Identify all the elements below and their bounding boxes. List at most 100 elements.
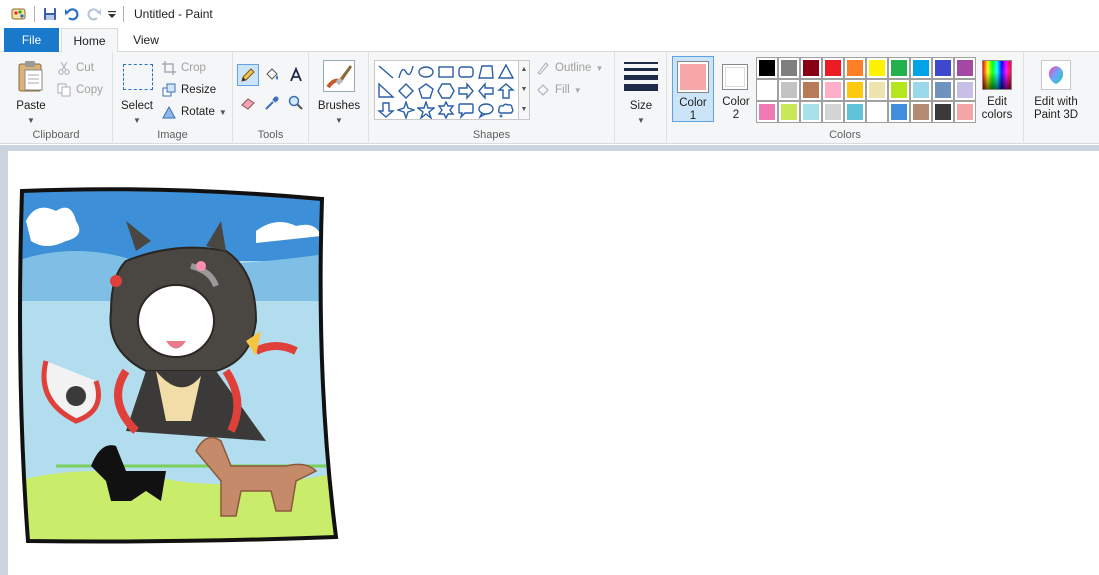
brushes-dropdown-icon[interactable]: ▼ bbox=[315, 114, 363, 127]
outline-dropdown-icon[interactable]: ▼ bbox=[595, 64, 603, 73]
palette-swatch[interactable] bbox=[954, 101, 976, 123]
eraser-tool[interactable] bbox=[237, 92, 259, 114]
edit-with-paint3d-button[interactable]: Edit with Paint 3D bbox=[1028, 56, 1084, 122]
paint3d-label-1: Edit with bbox=[1034, 96, 1078, 108]
tab-home[interactable]: Home bbox=[61, 28, 118, 53]
color1-button[interactable]: Color 1 bbox=[672, 56, 714, 122]
pentagon-shape-icon[interactable] bbox=[417, 82, 435, 100]
size-dropdown-icon[interactable]: ▼ bbox=[619, 114, 663, 127]
palette-swatch[interactable] bbox=[932, 101, 954, 123]
palette-swatch[interactable] bbox=[910, 79, 932, 101]
shapes-expand-icon[interactable]: ▼ bbox=[520, 101, 528, 119]
palette-swatch[interactable] bbox=[756, 79, 778, 101]
outline-button[interactable]: Outline ▼ bbox=[535, 58, 603, 78]
brushes-button[interactable]: Brushes ▼ bbox=[315, 58, 363, 125]
canvas-workspace[interactable] bbox=[0, 145, 1099, 575]
edit-colors-button[interactable]: Edit colors bbox=[977, 56, 1019, 122]
rotate-button[interactable]: Rotate ▼ bbox=[161, 102, 227, 122]
rectangle-shape-icon[interactable] bbox=[437, 63, 455, 81]
oval-callout-shape-icon[interactable] bbox=[477, 101, 495, 119]
shapes-scroll-down-icon[interactable]: ▼ bbox=[520, 81, 528, 99]
palette-swatch[interactable] bbox=[756, 57, 778, 79]
paste-dropdown-icon[interactable]: ▼ bbox=[12, 114, 50, 127]
triangle-shape-icon[interactable] bbox=[497, 63, 515, 81]
tab-view[interactable]: View bbox=[120, 28, 172, 52]
tab-file[interactable]: File bbox=[4, 28, 59, 52]
rotate-icon bbox=[161, 104, 177, 120]
paste-button[interactable]: Paste ▼ bbox=[12, 58, 50, 125]
rotate-dropdown-icon[interactable]: ▼ bbox=[219, 108, 227, 117]
resize-button[interactable]: Resize bbox=[161, 80, 216, 100]
palette-swatch[interactable] bbox=[822, 57, 844, 79]
palette-swatch[interactable] bbox=[866, 57, 888, 79]
palette-swatch[interactable] bbox=[844, 101, 866, 123]
four-point-star-shape-icon[interactable] bbox=[397, 101, 415, 119]
line-shape-icon[interactable] bbox=[377, 63, 395, 81]
palette-swatch[interactable] bbox=[800, 79, 822, 101]
scissors-icon bbox=[56, 60, 72, 76]
crop-button[interactable]: Crop bbox=[161, 58, 206, 78]
oval-shape-icon[interactable] bbox=[417, 63, 435, 81]
palette-swatch[interactable] bbox=[822, 101, 844, 123]
fill-tool[interactable] bbox=[261, 64, 283, 86]
palette-swatch[interactable] bbox=[910, 101, 932, 123]
shapes-group: ▲ ▼ ▼ Outline ▼ Fill ▼ Shapes bbox=[369, 52, 615, 144]
rounded-rectangle-shape-icon[interactable] bbox=[457, 63, 475, 81]
undo-icon[interactable] bbox=[61, 3, 83, 25]
up-arrow-shape-icon[interactable] bbox=[497, 82, 515, 100]
magnifier-icon bbox=[288, 95, 303, 110]
palette-swatch[interactable] bbox=[954, 79, 976, 101]
palette-swatch[interactable] bbox=[888, 101, 910, 123]
fill-dropdown-icon[interactable]: ▼ bbox=[574, 86, 582, 95]
left-arrow-shape-icon[interactable] bbox=[477, 82, 495, 100]
color2-swatch bbox=[722, 64, 748, 90]
palette-swatch[interactable] bbox=[932, 57, 954, 79]
palette-swatch[interactable] bbox=[866, 79, 888, 101]
fill-button[interactable]: Fill ▼ bbox=[535, 80, 582, 100]
diamond-shape-icon[interactable] bbox=[397, 82, 415, 100]
palette-swatch[interactable] bbox=[800, 101, 822, 123]
palette-swatch[interactable] bbox=[778, 79, 800, 101]
customize-quick-access-icon[interactable] bbox=[105, 3, 119, 25]
pencil-tool[interactable] bbox=[237, 64, 259, 86]
right-triangle-shape-icon[interactable] bbox=[377, 82, 395, 100]
cloud-callout-shape-icon[interactable] bbox=[497, 101, 515, 119]
redo-icon[interactable] bbox=[83, 3, 105, 25]
magnifier-tool[interactable] bbox=[285, 92, 307, 114]
palette-swatch[interactable] bbox=[866, 101, 888, 123]
palette-swatch[interactable] bbox=[844, 57, 866, 79]
size-button[interactable]: Size ▼ bbox=[619, 58, 663, 125]
palette-swatch[interactable] bbox=[800, 57, 822, 79]
drawing-canvas[interactable] bbox=[8, 151, 1099, 575]
palette-swatch[interactable] bbox=[778, 101, 800, 123]
rounded-callout-shape-icon[interactable] bbox=[457, 101, 475, 119]
color2-button[interactable]: Color 2 bbox=[716, 56, 756, 122]
palette-swatch[interactable] bbox=[954, 57, 976, 79]
text-tool[interactable] bbox=[285, 64, 307, 86]
palette-swatch[interactable] bbox=[932, 79, 954, 101]
hexagon-shape-icon[interactable] bbox=[437, 82, 455, 100]
palette-swatch[interactable] bbox=[888, 57, 910, 79]
palette-swatch[interactable] bbox=[756, 101, 778, 123]
palette-swatch[interactable] bbox=[778, 57, 800, 79]
shapes-scrollbar[interactable]: ▲ ▼ ▼ bbox=[519, 60, 530, 120]
palette-swatch[interactable] bbox=[844, 79, 866, 101]
size-label: Size bbox=[629, 100, 653, 112]
down-arrow-shape-icon[interactable] bbox=[377, 101, 395, 119]
color-picker-tool[interactable] bbox=[261, 92, 283, 114]
six-point-star-shape-icon[interactable] bbox=[437, 101, 455, 119]
cut-button[interactable]: Cut bbox=[56, 58, 94, 78]
palette-swatch[interactable] bbox=[888, 79, 910, 101]
five-point-star-shape-icon[interactable] bbox=[417, 101, 435, 119]
curve-shape-icon[interactable] bbox=[397, 63, 415, 81]
paint-app-icon[interactable] bbox=[8, 3, 30, 25]
right-arrow-shape-icon[interactable] bbox=[457, 82, 475, 100]
save-icon[interactable] bbox=[39, 3, 61, 25]
palette-swatch[interactable] bbox=[822, 79, 844, 101]
copy-button[interactable]: Copy bbox=[56, 80, 103, 100]
polygon-shape-icon[interactable] bbox=[477, 63, 495, 81]
select-dropdown-icon[interactable]: ▼ bbox=[117, 114, 157, 127]
shapes-scroll-up-icon[interactable]: ▲ bbox=[520, 61, 528, 79]
palette-swatch[interactable] bbox=[910, 57, 932, 79]
select-button[interactable]: Select ▼ bbox=[117, 58, 157, 125]
